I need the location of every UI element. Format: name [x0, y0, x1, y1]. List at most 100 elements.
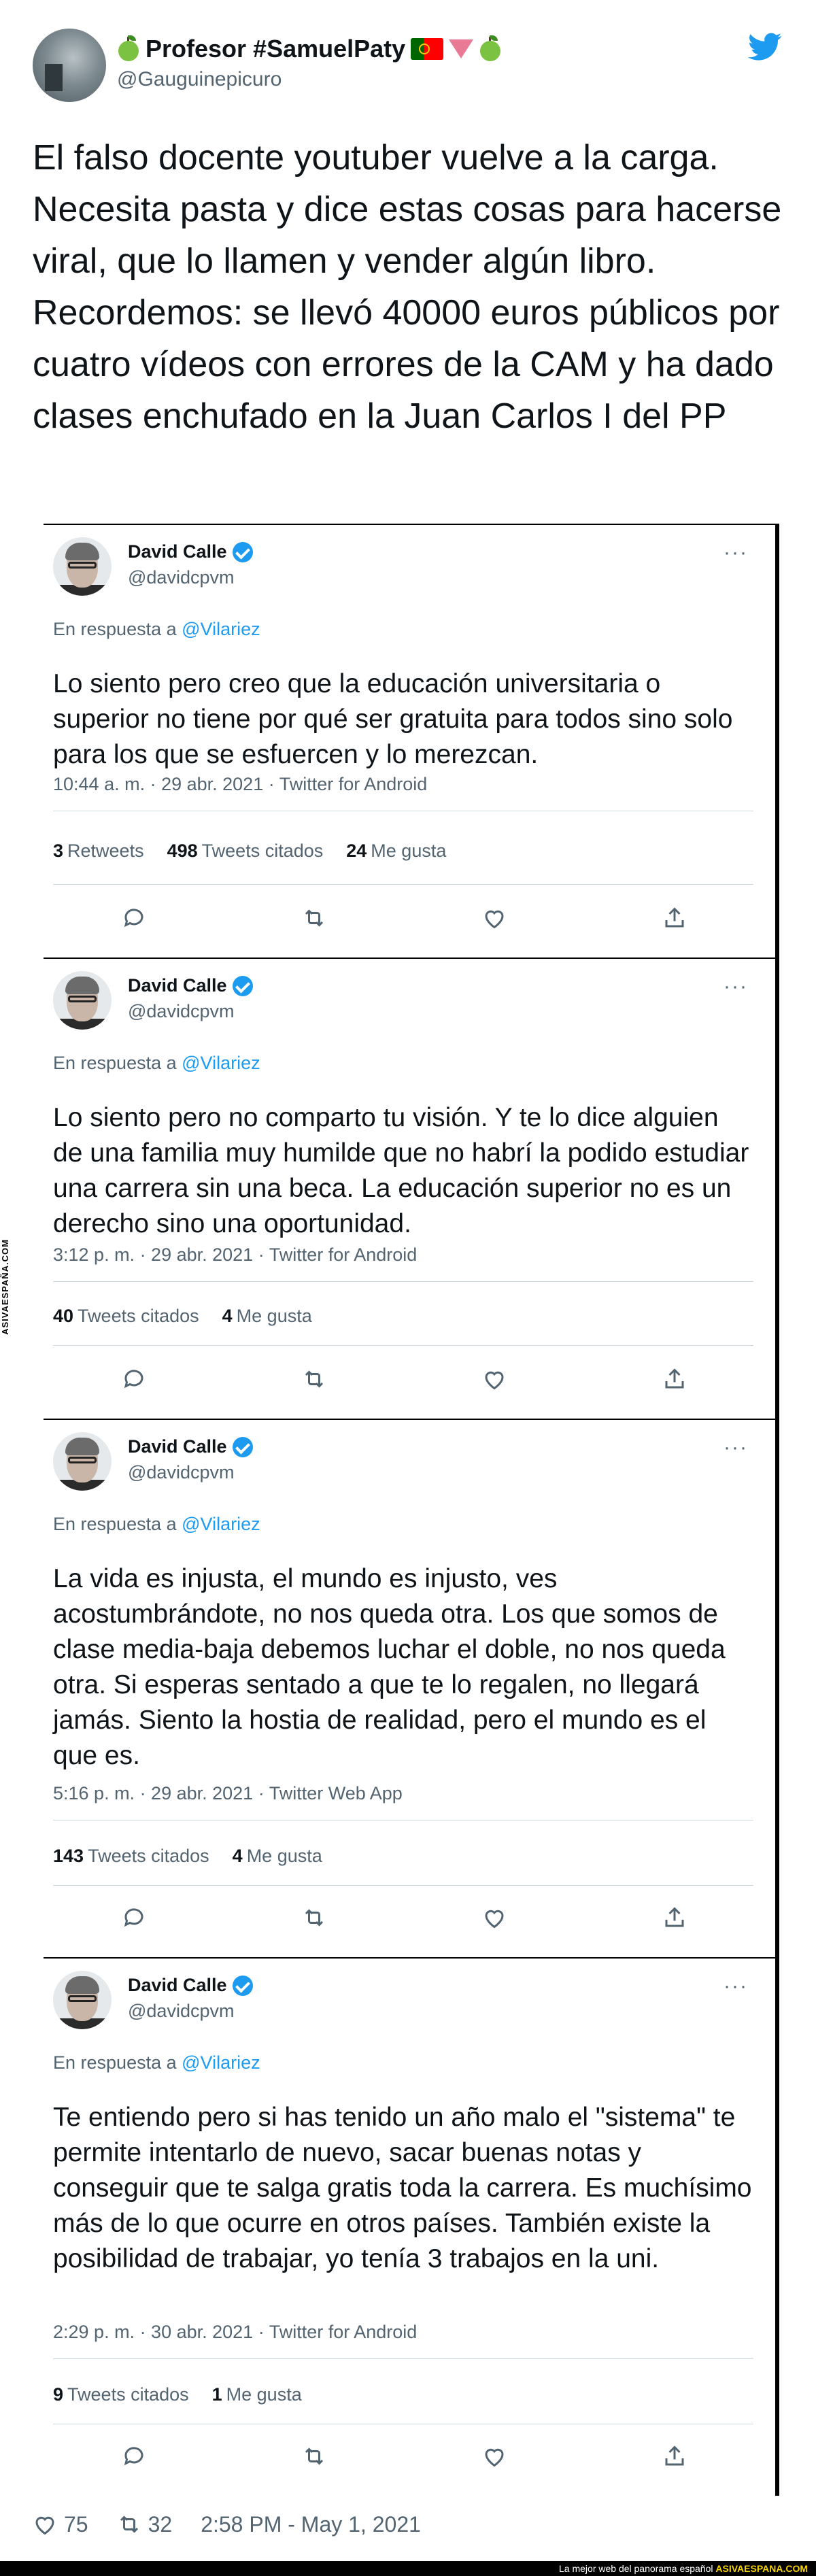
- like-icon[interactable]: [482, 1905, 507, 1930]
- divider: [53, 1281, 753, 1282]
- embedded-actions: [44, 1905, 764, 1930]
- stat-item[interactable]: 9 Tweets citados: [53, 2384, 189, 2405]
- divider: [53, 1345, 753, 1346]
- apple-icon: [117, 35, 140, 63]
- author-name-row[interactable]: Profesor #SamuelPaty: [117, 29, 502, 69]
- author-display-name[interactable]: Profesor #SamuelPaty: [146, 35, 405, 63]
- retweet-icon[interactable]: [302, 2444, 326, 2469]
- stat-value: 3: [53, 841, 64, 861]
- stat-label: Me gusta: [226, 2384, 302, 2405]
- divider: [53, 884, 753, 885]
- stat-value: 9: [53, 2384, 64, 2405]
- author-avatar[interactable]: [33, 29, 106, 102]
- stat-value: 40: [53, 1306, 74, 1326]
- bottom-watermark-strip: La mejor web del panorama español ASIVAE…: [0, 2561, 816, 2576]
- stat-item[interactable]: 3 Retweets: [53, 841, 144, 862]
- like-icon[interactable]: [482, 2444, 507, 2469]
- embedded-tweet-meta[interactable]: 5:16 p. m. · 29 abr. 2021 · Twitter Web …: [53, 1783, 403, 1804]
- embedded-tweet-text: Te entiendo pero si has tenido un año ma…: [53, 2103, 752, 2273]
- stat-item[interactable]: 4 Me gusta: [222, 1306, 312, 1327]
- reply-icon[interactable]: [122, 1367, 146, 1391]
- side-watermark: ASIVAESPAÑA.COM: [0, 1239, 19, 1348]
- embedded-tweet-meta[interactable]: 2:29 p. m. · 30 abr. 2021 · Twitter for …: [53, 2322, 417, 2343]
- author-handle[interactable]: @Gauguinepicuro: [117, 68, 282, 91]
- embedded-author-handle[interactable]: @davidcpvm: [128, 2001, 234, 2022]
- reply-icon[interactable]: [122, 1905, 146, 1930]
- embedded-tweet-meta[interactable]: 10:44 a. m. · 29 abr. 2021 · Twitter for…: [53, 774, 427, 795]
- stat-item[interactable]: 24 Me gusta: [346, 841, 446, 862]
- embedded-author-handle[interactable]: @davidcpvm: [128, 1001, 234, 1022]
- embedded-author-row[interactable]: David Calle: [128, 541, 253, 562]
- embedded-tweet-card[interactable]: David Calle @davidcpvm ··· En respuesta a @…: [44, 524, 779, 957]
- share-icon[interactable]: [662, 1367, 687, 1391]
- stat-label: Tweets citados: [88, 1846, 209, 1866]
- embedded-stats: 40 Tweets citados 4 Me gusta: [53, 1306, 312, 1327]
- reply-to-link[interactable]: @Vilariez: [182, 1053, 260, 1073]
- reply-to-link[interactable]: @Vilariez: [182, 619, 260, 639]
- embedded-author-handle[interactable]: @davidcpvm: [128, 567, 234, 588]
- more-icon[interactable]: ···: [724, 975, 748, 998]
- embedded-author-row[interactable]: David Calle: [128, 975, 253, 996]
- more-icon[interactable]: ···: [724, 541, 748, 564]
- embedded-tweet-card[interactable]: David Calle @davidcpvm ··· En respuesta a @…: [44, 957, 779, 1419]
- embedded-avatar[interactable]: [53, 537, 112, 596]
- bottom-watermark-prefix: La mejor web del panorama español: [559, 2563, 713, 2574]
- stat-item[interactable]: 4 Me gusta: [233, 1846, 322, 1867]
- share-icon[interactable]: [662, 906, 687, 930]
- reply-icon[interactable]: [122, 906, 146, 930]
- embedded-author-row[interactable]: David Calle: [128, 1436, 253, 1457]
- stat-item[interactable]: 40 Tweets citados: [53, 1306, 199, 1327]
- reply-icon[interactable]: [122, 2444, 146, 2469]
- verified-icon: [232, 1975, 253, 1996]
- verified-icon: [232, 1436, 253, 1457]
- embedded-author-handle[interactable]: @davidcpvm: [128, 1462, 234, 1483]
- stat-label: Me gusta: [246, 1846, 322, 1866]
- embedded-tweet-text: Lo siento pero creo que la educación uni…: [53, 669, 733, 769]
- stat-label: Tweets citados: [78, 1306, 199, 1326]
- retweet-icon[interactable]: [302, 906, 326, 930]
- reply-to-link[interactable]: @Vilariez: [182, 1514, 260, 1534]
- stat-label: Tweets citados: [67, 2384, 189, 2405]
- like-count: 75: [64, 2511, 88, 2537]
- stat-item[interactable]: 498 Tweets citados: [167, 841, 324, 862]
- twitter-bird-icon[interactable]: [748, 33, 782, 61]
- like-icon[interactable]: [482, 906, 507, 930]
- embedded-tweet-card[interactable]: David Calle @davidcpvm ··· En respuesta a @…: [44, 1957, 779, 2496]
- heart-icon[interactable]: [33, 2512, 57, 2537]
- retweet-icon[interactable]: [302, 1905, 326, 1930]
- stat-value: 1: [211, 2384, 222, 2405]
- verified-icon: [232, 975, 253, 996]
- embedded-author-name[interactable]: David Calle: [128, 975, 227, 996]
- embedded-tweet-card[interactable]: David Calle @davidcpvm ··· En respuesta a @…: [44, 1419, 779, 1957]
- tweet-text: El falso docente youtuber vuelve a la ca…: [33, 138, 782, 436]
- more-icon[interactable]: ···: [724, 1975, 748, 1998]
- embedded-avatar[interactable]: [53, 971, 112, 1030]
- embedded-avatar[interactable]: [53, 1971, 112, 2029]
- embedded-author-name[interactable]: David Calle: [128, 1975, 227, 1996]
- share-icon[interactable]: [662, 1905, 687, 1930]
- triangle-icon: [449, 39, 474, 58]
- retweet-icon[interactable]: [117, 2512, 141, 2537]
- retweet-icon[interactable]: [302, 1367, 326, 1391]
- embedded-tweet-meta[interactable]: 3:12 p. m. · 29 abr. 2021 · Twitter for …: [53, 1244, 417, 1266]
- more-icon[interactable]: ···: [724, 1436, 748, 1459]
- reply-to-link[interactable]: @Vilariez: [182, 2052, 260, 2073]
- stat-item[interactable]: 143 Tweets citados: [53, 1846, 209, 1867]
- reply-context: En respuesta a @Vilariez: [53, 1053, 260, 1074]
- side-watermark-text: ASIVAESPAÑA.COM: [0, 1239, 10, 1335]
- embedded-author-name[interactable]: David Calle: [128, 541, 227, 562]
- share-icon[interactable]: [662, 2444, 687, 2469]
- bottom-watermark-site[interactable]: ASIVAESPANA.COM: [715, 2563, 808, 2574]
- reply-context-label: En respuesta a: [53, 1053, 177, 1073]
- embedded-author-row[interactable]: David Calle: [128, 1975, 253, 1996]
- reply-context-label: En respuesta a: [53, 1514, 177, 1534]
- stat-value: 4: [232, 1846, 243, 1866]
- tweet-timestamp[interactable]: 2:58 PM - May 1, 2021: [201, 2512, 421, 2537]
- embedded-actions: [44, 2444, 764, 2469]
- embedded-avatar[interactable]: [53, 1432, 112, 1491]
- embedded-stats: 3 Retweets 498 Tweets citados 24 Me gusta: [53, 841, 446, 862]
- embedded-author-name[interactable]: David Calle: [128, 1436, 227, 1457]
- like-icon[interactable]: [482, 1367, 507, 1391]
- stat-value: 498: [167, 841, 198, 861]
- stat-item[interactable]: 1 Me gusta: [212, 2384, 302, 2405]
